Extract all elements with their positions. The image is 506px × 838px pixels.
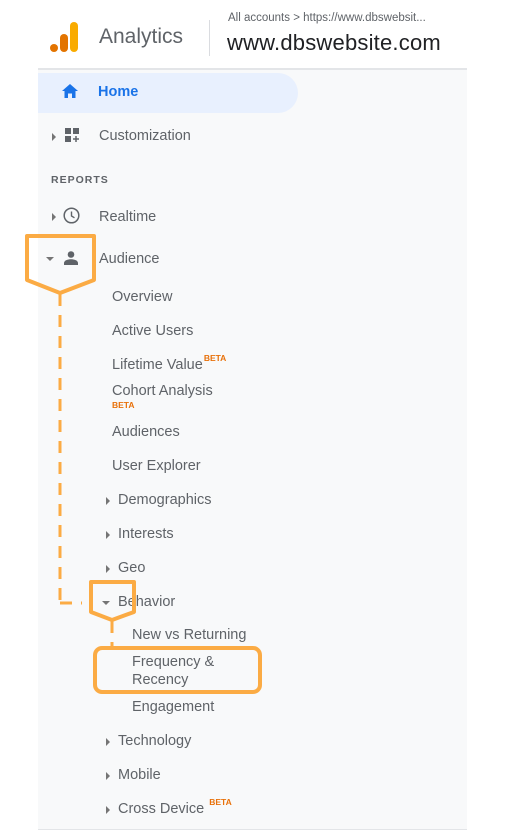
expand-caret-icon[interactable] <box>106 806 110 814</box>
nav-item-label-line-2: Recency <box>132 672 189 688</box>
expand-caret-icon[interactable] <box>106 738 110 746</box>
nav-item-label: Interests <box>118 526 174 542</box>
nav-subitem-cohort-analysis[interactable]: Cohort Analysis BETA <box>112 383 312 413</box>
expand-caret-icon[interactable] <box>52 213 56 221</box>
clock-icon <box>63 207 80 224</box>
beta-badge: BETA <box>112 400 135 410</box>
nav-sidebar: Home Customization REPORTS Realtime Audi… <box>38 68 467 830</box>
app-name[interactable]: Analytics <box>99 25 183 49</box>
nav-item-label: Demographics <box>118 492 212 508</box>
nav-subitem-audiences[interactable]: Audiences <box>112 424 180 440</box>
account-breadcrumb[interactable]: All accounts > https://www.dbswebsit... <box>228 12 426 24</box>
section-header-reports: REPORTS <box>51 174 109 186</box>
nav-item-label: Home <box>98 84 139 100</box>
nav-item-label: Lifetime Value <box>112 357 203 373</box>
nav-item-label: Mobile <box>118 767 161 783</box>
beta-badge: BETA <box>209 797 232 807</box>
expand-caret-icon[interactable] <box>106 565 110 573</box>
logo-bar-tall <box>70 22 78 52</box>
header: Analytics All accounts > https://www.dbs… <box>0 0 506 68</box>
nav-item-audience[interactable]: Audience <box>38 244 467 274</box>
nav-item-label: Audience <box>99 251 160 267</box>
nav-subitem-active-users[interactable]: Active Users <box>112 323 193 339</box>
dashboard-plus-icon <box>65 128 79 142</box>
expand-caret-icon[interactable] <box>106 772 110 780</box>
nav-item-label: Realtime <box>99 209 157 225</box>
logo-bar-short <box>60 34 68 52</box>
nav-subitem-mobile[interactable]: Mobile <box>106 765 306 789</box>
property-selector[interactable]: www.dbswebsite.com <box>227 30 441 56</box>
cross-device-label: Cross Device <box>118 801 205 817</box>
nav-subitem-engagement[interactable]: Engagement <box>132 699 214 715</box>
person-icon <box>64 251 78 265</box>
nav-subitem-new-vs-returning[interactable]: New vs Returning <box>132 627 246 643</box>
expand-caret-icon[interactable] <box>106 531 110 539</box>
collapse-caret-icon[interactable] <box>102 601 110 605</box>
nav-subitem-frequency-recency[interactable]: Frequency & Recency <box>132 653 272 693</box>
analytics-logo-icon[interactable] <box>50 20 80 52</box>
beta-badge: BETA <box>203 353 227 363</box>
expand-caret-icon[interactable] <box>52 133 56 141</box>
nav-subitem-behavior[interactable]: Behavior <box>102 592 302 616</box>
expand-caret-icon[interactable] <box>106 497 110 505</box>
collapse-caret-icon[interactable] <box>46 257 54 261</box>
home-icon <box>62 84 78 98</box>
nav-subitem-geo[interactable]: Geo <box>106 558 306 582</box>
nav-subitem-cross-device[interactable]: Cross Device BETA <box>106 795 326 823</box>
nav-item-label: Cohort Analysis <box>112 383 213 399</box>
nav-subitem-user-explorer[interactable]: User Explorer <box>112 458 201 474</box>
nav-item-realtime[interactable]: Realtime <box>38 202 467 232</box>
nav-subitem-interests[interactable]: Interests <box>106 524 306 548</box>
logo-dot <box>50 44 58 52</box>
nav-subitem-overview[interactable]: Overview <box>112 289 172 305</box>
nav-item-label: Behavior <box>118 594 176 610</box>
header-divider <box>209 20 210 56</box>
nav-item-home[interactable]: Home <box>38 70 467 116</box>
nav-item-label: Cross Device BETA <box>118 797 232 817</box>
nav-item-label: Technology <box>118 733 192 749</box>
nav-subitem-demographics[interactable]: Demographics <box>106 490 306 514</box>
nav-subitem-lifetime-value[interactable]: Lifetime ValueBETA <box>112 353 226 373</box>
nav-item-label: Customization <box>99 128 191 144</box>
nav-subitem-technology[interactable]: Technology <box>106 731 306 755</box>
nav-item-customization[interactable]: Customization <box>38 120 467 154</box>
nav-item-label-line-1: Frequency & <box>132 654 215 670</box>
nav-item-label: Geo <box>118 560 146 576</box>
